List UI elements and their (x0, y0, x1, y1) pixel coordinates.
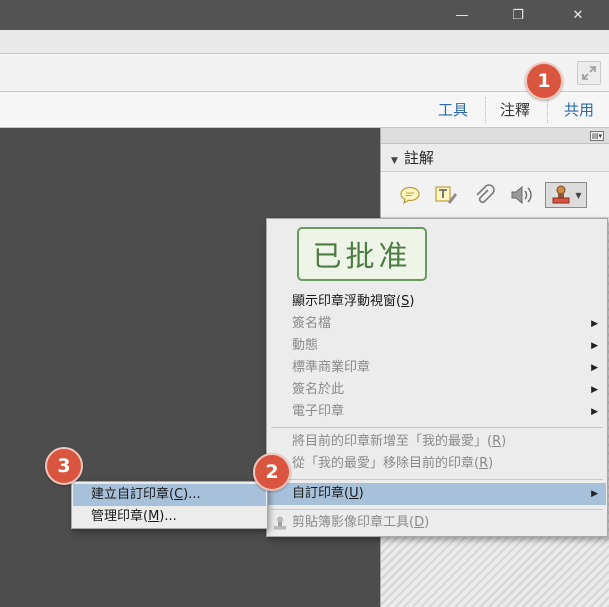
text-edit-icon[interactable] (433, 182, 459, 208)
collapse-triangle-icon: ▼ (391, 156, 398, 166)
submenu-arrow-icon: ▶ (591, 489, 598, 499)
step-callout-1: 1 (525, 62, 563, 100)
tab-divider (547, 97, 548, 123)
menu-bar (0, 30, 609, 54)
menu-item-create-custom-stamp[interactable]: 建立自訂印章(C)... (73, 484, 266, 506)
annotations-section-header[interactable]: ▼ 註解 (381, 144, 609, 172)
tab-comment[interactable]: 注釋 (498, 99, 532, 121)
menu-item-sign-here[interactable]: 簽名於此 ▶ (268, 379, 606, 401)
window-titlebar: — ❐ ✕ (0, 0, 609, 30)
custom-stamps-submenu: 建立自訂印章(C)... 管理印章(M)... (71, 481, 268, 529)
stamp-icon (272, 515, 288, 531)
menu-item-standard-business[interactable]: 標準商業印章 ▶ (268, 357, 606, 379)
minimize-icon: — (455, 7, 469, 23)
close-icon: ✕ (572, 7, 584, 23)
stamp-context-menu: 已批准 顯示印章浮動視窗(S) 簽名檔 ▶ 動態 ▶ 標準商業印章 ▶ 簽名於此 ▶ 電… (266, 218, 608, 537)
submenu-arrow-icon: ▶ (591, 363, 598, 373)
stamp-icon (552, 185, 570, 204)
stamp-tool-button[interactable]: ▼ (545, 182, 587, 208)
step-callout-2: 2 (253, 453, 291, 491)
restore-button[interactable]: ❐ (495, 0, 541, 30)
menu-item-show-stamp-palette[interactable]: 顯示印章浮動視窗(S) (268, 291, 606, 313)
menu-item-custom-stamps[interactable]: 自訂印章(U) ▶ (268, 483, 606, 505)
step-callout-3: 3 (45, 447, 83, 485)
menu-separator (271, 427, 603, 428)
annotations-section-title: 註解 (403, 149, 434, 167)
close-window-button[interactable]: ✕ (555, 0, 601, 30)
menu-separator (271, 509, 603, 510)
record-audio-icon[interactable] (508, 182, 534, 208)
dropdown-arrow-icon: ▼ (575, 190, 582, 200)
menu-item-electronic-stamp[interactable]: 電子印章 ▶ (268, 401, 606, 423)
minimize-button[interactable]: — (439, 0, 485, 30)
fullscreen-button[interactable] (577, 61, 601, 85)
stamp-preview[interactable]: 已批准 (297, 227, 427, 281)
menu-item-clipboard-image-stamp[interactable]: 剪貼簿影像印章工具(D) (268, 512, 606, 534)
task-tabs: 工具 注釋 共用 (0, 92, 609, 128)
pane-options-button[interactable]: ▤▾ (590, 131, 604, 141)
menu-item-remove-from-favorites[interactable]: 從「我的最愛」移除目前的印章(R) (268, 453, 606, 475)
annotation-tools: ▼ (381, 172, 609, 218)
expand-icon (582, 66, 596, 80)
submenu-arrow-icon: ▶ (591, 407, 598, 417)
attach-file-icon[interactable] (471, 182, 497, 208)
tab-share[interactable]: 共用 (562, 99, 596, 121)
tab-tools[interactable]: 工具 (436, 99, 470, 121)
menu-item-add-to-favorites[interactable]: 將目前的印章新增至「我的最愛」(R) (268, 431, 606, 453)
submenu-arrow-icon: ▶ (591, 385, 598, 395)
menu-item-signature[interactable]: 簽名檔 ▶ (268, 313, 606, 335)
submenu-arrow-icon: ▶ (591, 319, 598, 329)
menu-item-dynamic[interactable]: 動態 ▶ (268, 335, 606, 357)
pane-topbar: ▤▾ (381, 128, 609, 144)
toolbar (0, 54, 609, 92)
submenu-arrow-icon: ▶ (591, 341, 598, 351)
restore-icon: ❐ (512, 7, 524, 23)
sticky-note-icon[interactable] (397, 182, 423, 208)
menu-item-manage-stamps[interactable]: 管理印章(M)... (73, 506, 266, 528)
tab-divider (485, 97, 486, 123)
menu-separator (271, 479, 603, 480)
